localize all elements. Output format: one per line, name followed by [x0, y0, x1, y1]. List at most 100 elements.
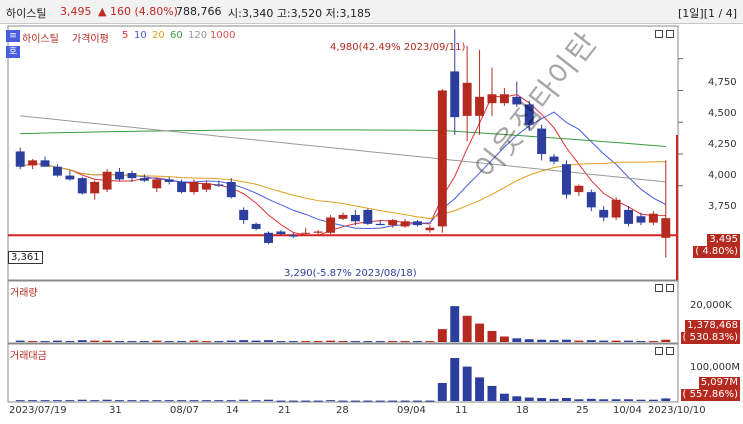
amount-bar	[65, 400, 75, 402]
amount-bar	[487, 385, 497, 401]
legend-ma120: 120	[188, 30, 208, 41]
candle-body	[102, 171, 112, 190]
legend-ma1000: 1000	[210, 30, 236, 41]
amount-bar	[537, 397, 547, 401]
chart-type-icon[interactable]: ≡	[6, 30, 20, 42]
volume-bar	[77, 340, 87, 342]
legend-name: 하이스틸	[22, 34, 59, 45]
price-axis-tick: 4,000	[708, 170, 737, 181]
candle-body	[636, 216, 646, 223]
amount-bar	[152, 400, 162, 402]
volume-bar	[636, 341, 646, 343]
volume-axis-tick: 20,000K	[690, 300, 732, 311]
volume-bar	[562, 339, 571, 342]
candle-body	[127, 173, 137, 179]
amount-bar	[512, 396, 522, 401]
volume-bar	[475, 323, 485, 342]
volume-bar	[276, 341, 286, 343]
x-axis-tick: 08/07	[170, 405, 199, 416]
amount-bar	[139, 400, 149, 402]
amount-bar	[40, 400, 50, 402]
x-axis-tick: 31	[109, 405, 122, 416]
volume-panel-title: 거래량	[10, 288, 38, 299]
volume-bar	[574, 340, 584, 342]
close-panel-icon[interactable]	[666, 30, 674, 38]
x-axis-tick: 25	[576, 405, 589, 416]
amount-bar	[648, 399, 658, 401]
volume-bar	[425, 341, 435, 343]
candle-body	[611, 199, 621, 218]
candle-body	[90, 181, 100, 194]
volume-pct-box: ( 530.83%)	[680, 332, 740, 344]
candle-body	[338, 214, 348, 219]
candle-body	[164, 179, 174, 182]
candle-body	[562, 164, 571, 195]
volume-bar	[599, 340, 609, 342]
volume-bar	[139, 341, 149, 343]
minimize-icon[interactable]	[655, 30, 663, 38]
amount-bar	[15, 400, 25, 402]
x-axis-tick: 2023/10/10	[648, 405, 706, 416]
candle-body	[487, 94, 497, 104]
low-annotation: 3,290(-5.87% 2023/08/18)	[284, 268, 417, 279]
volume-value-box: 1,378,468	[685, 320, 740, 332]
volume-panel-frame	[7, 280, 679, 344]
candle-body	[115, 171, 124, 180]
candle-body	[28, 160, 38, 166]
volume-bar	[549, 340, 559, 342]
amount-bar	[425, 400, 435, 402]
volume-bar	[661, 339, 671, 342]
volume-bar	[288, 341, 298, 343]
chart-mode-icon[interactable]: 호	[6, 46, 20, 58]
candle-body	[326, 217, 336, 233]
candle-body	[313, 231, 323, 233]
volume-bar	[462, 315, 472, 342]
candle-body	[251, 223, 261, 229]
amount-bar	[28, 400, 38, 402]
candle-body	[201, 183, 211, 190]
amount-bar	[90, 400, 100, 402]
candle-body	[648, 213, 658, 223]
amount-bar	[127, 400, 137, 402]
amount-pct-box: ( 557.86%)	[680, 389, 740, 401]
amount-axis-tick: 100,000M	[690, 362, 740, 373]
candle-body	[388, 220, 398, 226]
volume-bar	[388, 341, 398, 343]
volume-bar	[624, 340, 634, 342]
volume-bar	[115, 341, 124, 343]
candle-body	[549, 156, 559, 162]
amount-bar	[586, 398, 596, 401]
legend-ma10: 10	[134, 30, 147, 41]
candle-body	[624, 209, 634, 224]
minimize-icon[interactable]	[655, 284, 663, 292]
amount-bar	[375, 400, 385, 402]
current-change-box: ( 4.80%)	[693, 246, 740, 258]
candle-body	[239, 209, 249, 221]
volume-bar	[189, 340, 199, 342]
amount-bar	[326, 400, 336, 402]
amount-bar	[475, 377, 485, 401]
candle-body	[413, 221, 422, 226]
candle-body	[77, 178, 87, 194]
candle-body	[375, 223, 385, 226]
volume-bar	[400, 341, 410, 343]
price-axis-tick: 4,500	[708, 108, 737, 119]
candle-body	[599, 209, 609, 218]
volume-bar	[338, 341, 348, 343]
amount-bar	[450, 358, 460, 401]
volume-bar	[450, 306, 460, 342]
close-panel-icon[interactable]	[666, 347, 674, 355]
candle-body	[437, 90, 447, 227]
amount-bar	[214, 400, 224, 402]
volume-bar	[350, 341, 360, 343]
minimize-icon[interactable]	[655, 347, 663, 355]
close-panel-icon[interactable]	[666, 284, 674, 292]
candle-body	[462, 82, 472, 116]
volume-bar	[437, 329, 447, 342]
amount-bar	[661, 398, 671, 401]
legend-price-ma: 가격이평	[72, 34, 109, 45]
x-axis-tick: 10/04	[613, 405, 642, 416]
volume-bar	[648, 341, 658, 343]
reference-price-label: 3,361	[8, 251, 43, 264]
amount-bar	[164, 400, 174, 402]
